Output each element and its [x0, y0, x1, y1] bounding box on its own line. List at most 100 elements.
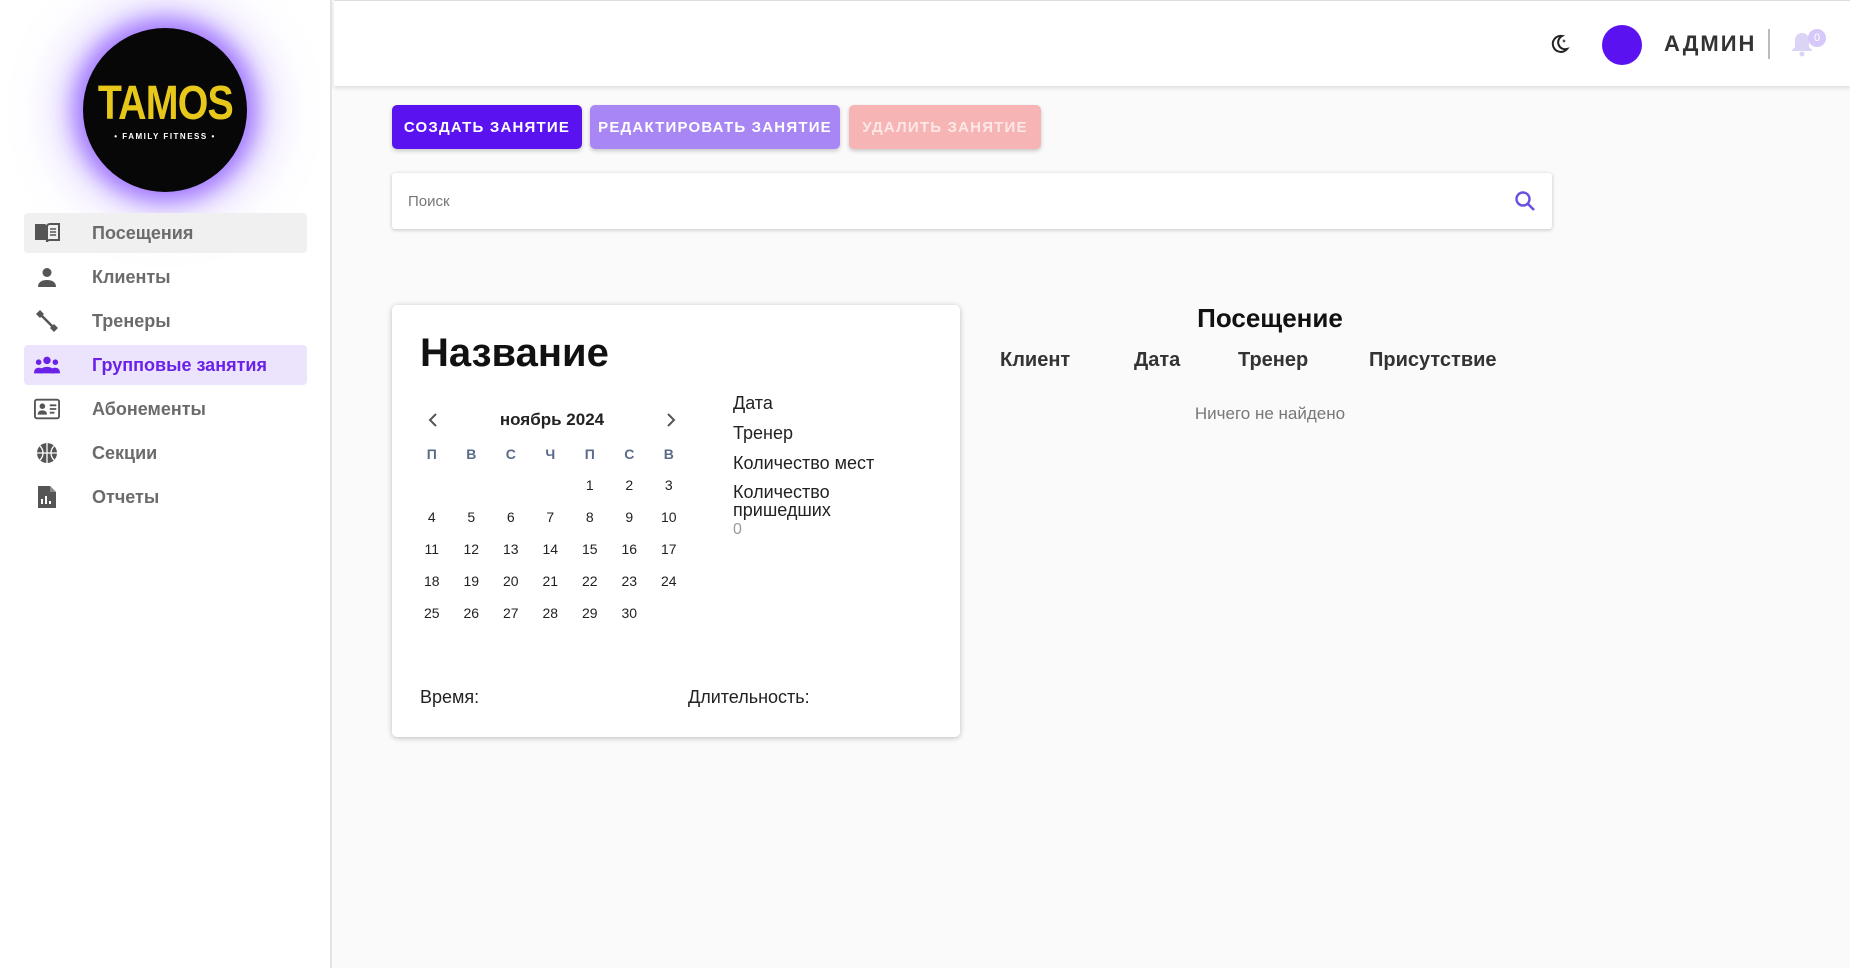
sidebar-item-label: Абонементы: [92, 398, 206, 419]
book-icon: [34, 221, 60, 245]
calendar-day[interactable]: 6: [491, 501, 531, 533]
logo-subtext: • FAMILY FITNESS •: [114, 131, 216, 141]
sidebar-item-subscriptions[interactable]: Абонементы: [24, 389, 307, 429]
calendar-day[interactable]: 18: [412, 565, 452, 597]
column-header-date[interactable]: Дата: [1134, 349, 1180, 372]
calendar: ноябрь 2024 П В С Ч П С В 1 2 3 4 5 6 7 8 9 10 11 12 13 14 15…: [412, 405, 692, 629]
sidebar-item-group-classes[interactable]: Групповые занятия: [24, 345, 307, 385]
calendar-day[interactable]: 9: [610, 501, 650, 533]
class-info: Дата Тренер Количество мест Количество п…: [733, 393, 933, 539]
calendar-day[interactable]: 5: [452, 501, 492, 533]
id-card-icon: [34, 397, 60, 421]
column-header-presence[interactable]: Присутствие: [1369, 349, 1497, 372]
calendar-day[interactable]: 29: [570, 597, 610, 629]
calendar-weekday: В: [663, 446, 674, 462]
seats-label: Количество мест: [733, 453, 875, 473]
search-bar: [392, 173, 1552, 229]
calendar-day[interactable]: 21: [531, 565, 571, 597]
sidebar-item-reports[interactable]: Отчеты: [24, 477, 307, 517]
calendar-day[interactable]: 1: [570, 469, 610, 501]
calendar-day[interactable]: 11: [412, 533, 452, 565]
avatar[interactable]: [1602, 25, 1642, 65]
calendar-day[interactable]: 17: [649, 533, 689, 565]
class-card: Название ноябрь 2024 П В С Ч П С В 1 2 3 4 5 6 7 8 9 10 1…: [392, 305, 960, 737]
calendar-weekday: С: [624, 446, 635, 462]
attendees-value: 0: [733, 521, 742, 538]
attendees-label: Количество пришедших: [733, 482, 831, 520]
calendar-day[interactable]: 27: [491, 597, 531, 629]
time-label: Время:: [420, 687, 480, 707]
calendar-day[interactable]: 14: [531, 533, 571, 565]
basketball-icon: [34, 441, 60, 465]
calendar-header: ноябрь 2024: [412, 405, 692, 435]
person-icon: [34, 265, 60, 289]
column-header-trainer[interactable]: Тренер: [1238, 349, 1308, 372]
calendar-blank: [412, 469, 452, 501]
sidebar-item-label: Отчеты: [92, 486, 160, 507]
create-class-button[interactable]: СОЗДАТЬ ЗАНЯТИЕ: [392, 105, 582, 149]
group-icon: [34, 353, 60, 377]
class-title: Название: [420, 331, 609, 375]
theme-toggle-moon-icon[interactable]: [1548, 33, 1570, 55]
visits-table-header: Клиент Дата Тренер Присутствие: [1000, 349, 1540, 373]
calendar-day[interactable]: 25: [412, 597, 452, 629]
calendar-month: ноябрь 2024: [499, 410, 605, 429]
edit-class-button[interactable]: РЕДАКТИРОВАТЬ ЗАНЯТИЕ: [590, 105, 840, 149]
calendar-weekday: П: [584, 446, 595, 462]
calendar-day[interactable]: 2: [610, 469, 650, 501]
brand-logo[interactable]: TAMOS • FAMILY FITNESS •: [83, 28, 247, 192]
calendar-weekday: В: [466, 446, 477, 462]
chevron-left-icon[interactable]: [422, 409, 444, 431]
visits-title: Посещение: [1197, 303, 1343, 333]
sidebar-item-trainers[interactable]: Тренеры: [24, 301, 307, 341]
calendar-day[interactable]: 3: [649, 469, 689, 501]
calendar-weekday: С: [505, 446, 516, 462]
sidebar-item-label: Тренеры: [92, 310, 171, 331]
calendar-day[interactable]: 28: [531, 597, 571, 629]
calendar-day[interactable]: 10: [649, 501, 689, 533]
search-icon[interactable]: [1514, 190, 1536, 212]
notification-count-badge: 0: [1808, 29, 1826, 47]
top-bar: АДМИН 0: [334, 0, 1850, 86]
sidebar-item-clients[interactable]: Клиенты: [24, 257, 307, 297]
dumbbell-icon: [34, 309, 60, 333]
calendar-grid: П В С Ч П С В 1 2 3 4 5 6 7 8 9 10 11 12 13 14 15 16 17 18 19 20 21…: [412, 439, 692, 629]
calendar-day[interactable]: 22: [570, 565, 610, 597]
sidebar-item-label: Посещения: [92, 222, 194, 243]
search-input[interactable]: [408, 173, 1508, 229]
sidebar-item-label: Групповые занятия: [92, 354, 267, 375]
calendar-day[interactable]: 16: [610, 533, 650, 565]
calendar-day[interactable]: 8: [570, 501, 610, 533]
sidebar-nav: Посещения Клиенты Тренеры Групповые заня…: [24, 213, 307, 521]
date-label: Дата: [733, 393, 773, 413]
calendar-day[interactable]: 4: [412, 501, 452, 533]
sidebar-item-label: Клиенты: [92, 266, 171, 287]
sidebar-item-label: Секции: [92, 442, 158, 463]
header-divider: [1768, 29, 1770, 59]
delete-class-button[interactable]: УДАЛИТЬ ЗАНЯТИЕ: [849, 105, 1041, 149]
calendar-day[interactable]: 30: [610, 597, 650, 629]
calendar-blank: [452, 469, 492, 501]
trainer-label: Тренер: [733, 423, 793, 443]
column-header-client[interactable]: Клиент: [1000, 349, 1070, 372]
chevron-right-icon[interactable]: [660, 409, 682, 431]
user-name[interactable]: АДМИН: [1664, 31, 1756, 57]
calendar-day[interactable]: 15: [570, 533, 610, 565]
calendar-day[interactable]: 19: [452, 565, 492, 597]
sidebar: TAMOS • FAMILY FITNESS • Посещения Клиен…: [0, 0, 332, 968]
calendar-blank: [531, 469, 571, 501]
calendar-day[interactable]: 20: [491, 565, 531, 597]
sidebar-item-sections[interactable]: Секции: [24, 433, 307, 473]
empty-state: Ничего не найдено: [1194, 404, 1346, 423]
sidebar-item-visits[interactable]: Посещения: [24, 213, 307, 253]
report-icon: [34, 485, 60, 509]
calendar-day[interactable]: 13: [491, 533, 531, 565]
calendar-day[interactable]: 12: [452, 533, 492, 565]
calendar-day[interactable]: 7: [531, 501, 571, 533]
duration-label: Длительность:: [688, 687, 810, 707]
logo-text: TAMOS: [97, 76, 233, 130]
calendar-day[interactable]: 24: [649, 565, 689, 597]
calendar-weekday: Ч: [545, 446, 556, 462]
calendar-day[interactable]: 26: [452, 597, 492, 629]
calendar-day[interactable]: 23: [610, 565, 650, 597]
